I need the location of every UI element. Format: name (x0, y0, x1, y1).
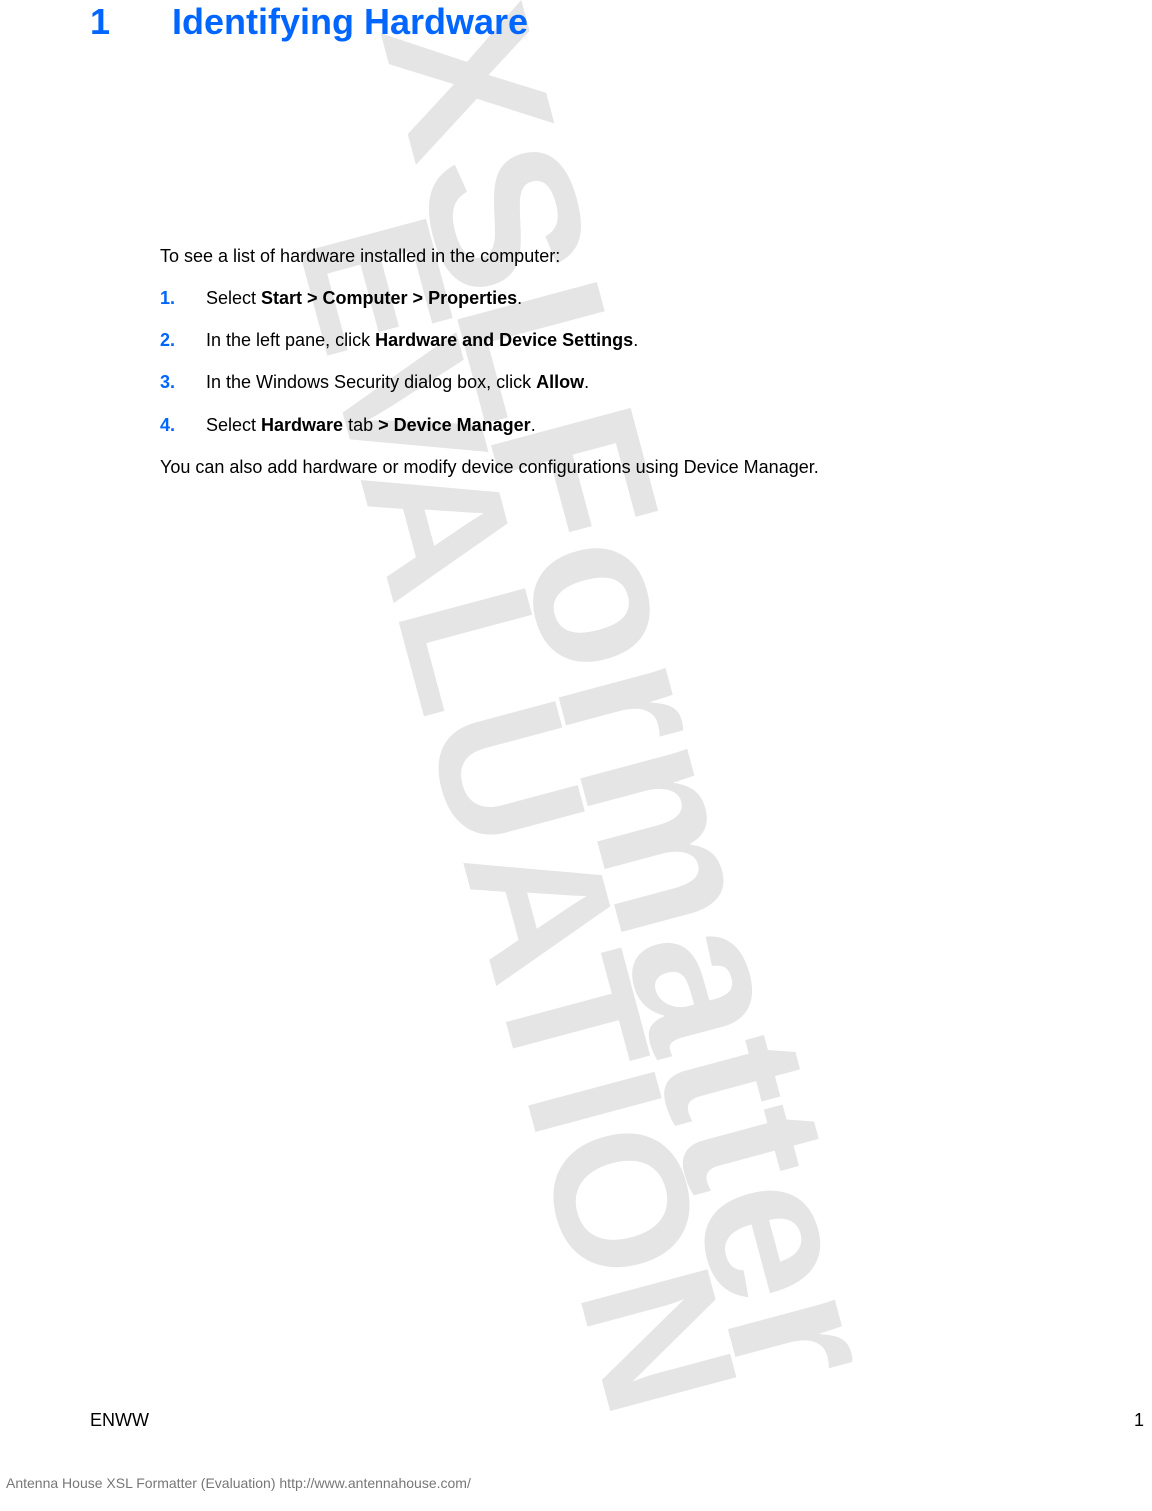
step-number: 2. (160, 327, 184, 353)
formatter-credit: Antenna House XSL Formatter (Evaluation)… (6, 1475, 471, 1491)
step-number: 3. (160, 369, 184, 395)
step-number: 1. (160, 285, 184, 311)
step-text: Select Start > Computer > Properties. (206, 285, 1062, 311)
page-footer: ENWW 1 (90, 1410, 1144, 1431)
footer-left: ENWW (90, 1410, 149, 1431)
chapter-number: 1 (90, 0, 162, 43)
chapter-heading: 1 Identifying Hardware (90, 0, 1062, 43)
step-item: 2. In the left pane, click Hardware and … (160, 327, 1062, 353)
step-text: Select Hardware tab > Device Manager. (206, 412, 1062, 438)
step-item: 3. In the Windows Security dialog box, c… (160, 369, 1062, 395)
content-area: To see a list of hardware installed in t… (160, 243, 1062, 480)
step-text: In the Windows Security dialog box, clic… (206, 369, 1062, 395)
step-item: 1. Select Start > Computer > Properties. (160, 285, 1062, 311)
intro-text: To see a list of hardware installed in t… (160, 243, 1062, 269)
step-item: 4. Select Hardware tab > Device Manager. (160, 412, 1062, 438)
step-text: In the left pane, click Hardware and Dev… (206, 327, 1062, 353)
page: 1 Identifying Hardware To see a list of … (0, 0, 1152, 1511)
chapter-title: Identifying Hardware (172, 1, 528, 42)
step-number: 4. (160, 412, 184, 438)
closing-text: You can also add hardware or modify devi… (160, 454, 1062, 480)
footer-page-number: 1 (1134, 1410, 1144, 1431)
steps-list: 1. Select Start > Computer > Properties.… (160, 285, 1062, 437)
